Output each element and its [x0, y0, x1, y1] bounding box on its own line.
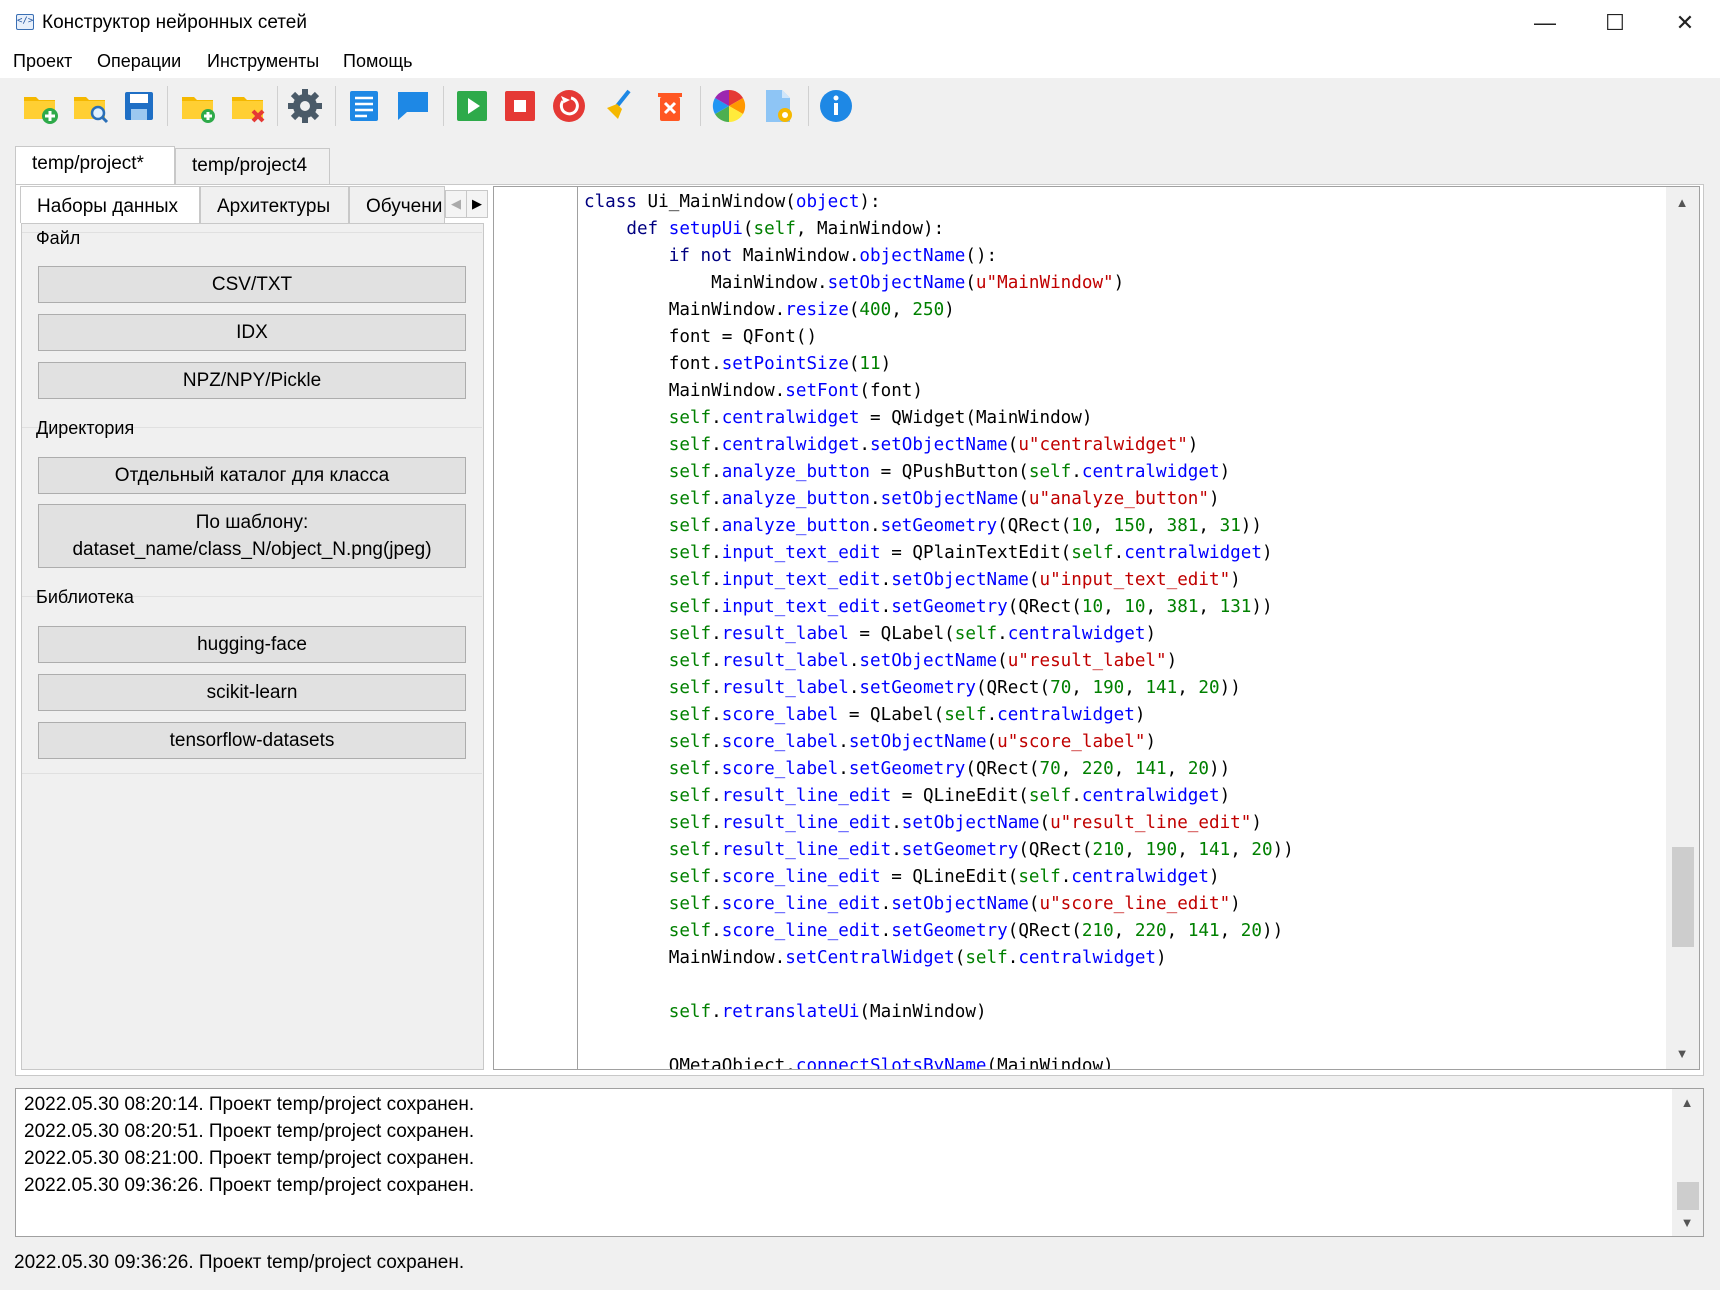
tab-project[interactable]: temp/project*: [15, 146, 175, 185]
group-title-directory: Директория: [36, 418, 135, 438]
log-line: 2022.05.30 08:21:00. Проект temp/project…: [24, 1148, 475, 1169]
minimize-button[interactable]: —: [1510, 0, 1580, 46]
npz-npy-pickle-button[interactable]: NPZ/NPY/Pickle: [38, 362, 466, 399]
scroll-up-icon[interactable]: ▲: [1672, 193, 1692, 213]
open-project-icon[interactable]: [70, 86, 110, 126]
menu-help[interactable]: Помощь: [343, 51, 413, 72]
group-divider: [22, 773, 482, 774]
group-divider: [22, 232, 482, 233]
tab-datasets[interactable]: Наборы данных: [20, 186, 200, 223]
by-template-label: По шаблону:: [195, 512, 309, 533]
tab-architectures[interactable]: Архитектуры: [200, 186, 349, 223]
title-bar: </> Конструктор нейронных сетей — ☐ ✕: [0, 0, 1720, 46]
tab-training[interactable]: Обучени: [349, 186, 445, 223]
scikit-learn-button[interactable]: scikit-learn: [38, 674, 466, 711]
code-content[interactable]: class Ui_MainWindow(object): def setupUi…: [584, 189, 1294, 1069]
idx-button[interactable]: IDX: [38, 314, 466, 351]
file-settings-icon[interactable]: [758, 86, 798, 126]
settings-gear-icon[interactable]: [285, 86, 325, 126]
save-icon[interactable]: [119, 86, 159, 126]
log-line: 2022.05.30 08:20:51. Проект temp/project…: [24, 1121, 475, 1142]
menu-operations[interactable]: Операции: [97, 51, 181, 72]
remove-folder-icon[interactable]: [228, 86, 268, 126]
toolbar-separator: [167, 86, 168, 126]
gutter-divider: [577, 187, 578, 1069]
log-panel: 2022.05.30 08:20:14. Проект temp/project…: [15, 1088, 1704, 1237]
delete-trash-icon[interactable]: [650, 86, 690, 126]
stop-icon[interactable]: [500, 86, 540, 126]
by-template-button[interactable]: По шаблону: dataset_name/class_N/object_…: [38, 504, 466, 568]
menu-tools[interactable]: Инструменты: [207, 51, 319, 72]
code-editor[interactable]: class Ui_MainWindow(object): def setupUi…: [493, 186, 1700, 1070]
add-folder-icon[interactable]: [178, 86, 218, 126]
status-bar: 2022.05.30 09:36:26. Проект temp/project…: [14, 1252, 465, 1273]
group-title-file: Файл: [36, 228, 81, 248]
toolbar-separator: [700, 86, 701, 126]
toolbar-separator: [335, 86, 336, 126]
app-icon: </>: [16, 14, 34, 30]
run-icon[interactable]: [452, 86, 492, 126]
group-title-library: Библиотека: [36, 587, 134, 607]
tabs-scroll-left-icon[interactable]: ◀: [445, 190, 467, 218]
by-template-pattern: dataset_name/class_N/object_N.png(jpeg): [72, 539, 432, 560]
new-project-icon[interactable]: [20, 86, 60, 126]
menu-project[interactable]: Проект: [13, 51, 72, 72]
toolbar-separator: [808, 86, 809, 126]
csv-txt-button[interactable]: CSV/TXT: [38, 266, 466, 303]
toolbar-separator: [277, 86, 278, 126]
close-button[interactable]: ✕: [1650, 0, 1720, 46]
separate-folder-per-class-button[interactable]: Отдельный каталог для класса: [38, 457, 466, 494]
menu-bar: Проект Операции Инструменты Помощь: [0, 46, 1720, 78]
toolbar-separator: [443, 86, 444, 126]
maximize-button[interactable]: ☐: [1580, 0, 1650, 46]
toolbar: [0, 78, 1720, 132]
tensorflow-datasets-button[interactable]: tensorflow-datasets: [38, 722, 466, 759]
tabs-scroll-right-icon[interactable]: ▶: [466, 190, 488, 218]
document-list-icon[interactable]: [344, 86, 384, 126]
log-line: 2022.05.30 09:36:26. Проект temp/project…: [24, 1175, 475, 1196]
scroll-thumb[interactable]: [1677, 1182, 1699, 1210]
color-wheel-icon[interactable]: [709, 86, 749, 126]
clean-brush-icon[interactable]: [599, 86, 639, 126]
info-icon[interactable]: [816, 86, 856, 126]
tab-project4[interactable]: temp/project4: [175, 148, 330, 184]
log-scrollbar[interactable]: ▲ ▼: [1672, 1089, 1703, 1236]
hugging-face-button[interactable]: hugging-face: [38, 626, 466, 663]
scroll-down-icon[interactable]: ▼: [1672, 1044, 1692, 1064]
editor-scrollbar[interactable]: ▲ ▼: [1666, 187, 1699, 1069]
scroll-up-icon[interactable]: ▲: [1677, 1093, 1697, 1113]
chat-icon[interactable]: [393, 86, 433, 126]
window-title: Конструктор нейронных сетей: [42, 12, 307, 33]
log-line: 2022.05.30 08:20:14. Проект temp/project…: [24, 1094, 475, 1115]
scroll-down-icon[interactable]: ▼: [1677, 1213, 1697, 1233]
scroll-thumb[interactable]: [1672, 847, 1694, 947]
restart-icon[interactable]: [549, 86, 589, 126]
